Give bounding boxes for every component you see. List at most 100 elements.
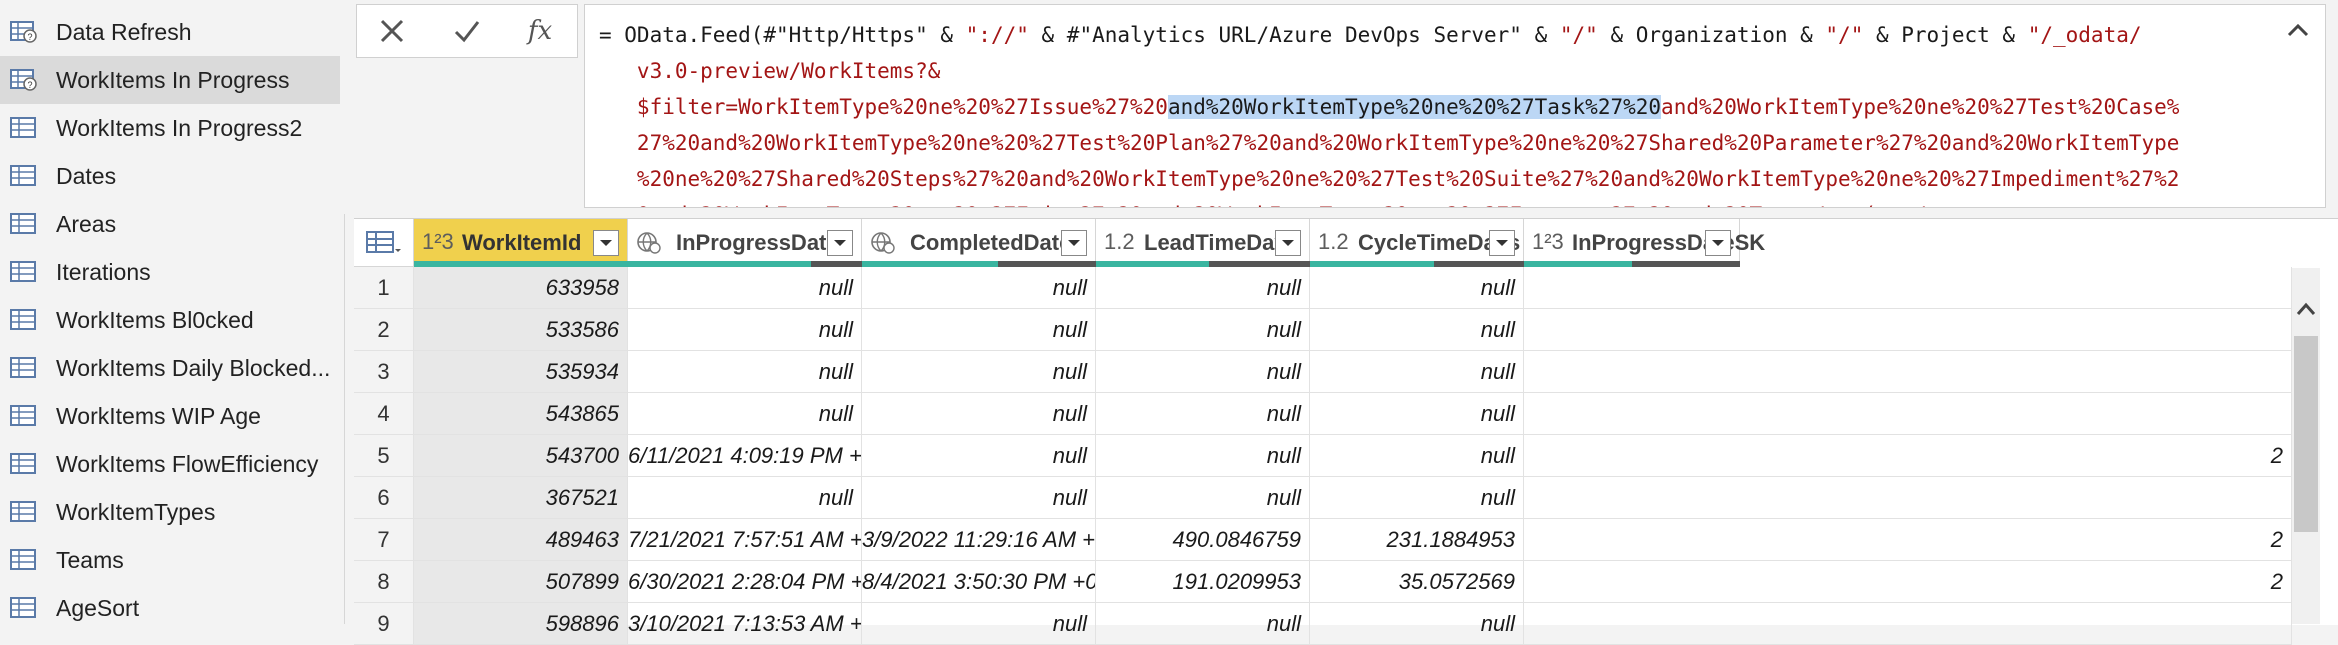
table-cell[interactable]: null [862,603,1096,645]
table-cell[interactable]: 8/4/2021 3:50:30 PM +01:00 [862,561,1096,603]
chevron-up-icon[interactable] [2283,15,2313,45]
table-row[interactable]: 95988963/10/2021 7:13:53 AM +00:00nullnu… [354,603,2338,645]
table-cell[interactable]: 489463 [414,519,628,561]
table-cell[interactable]: null [862,393,1096,435]
chevron-down-icon[interactable] [593,230,619,256]
integer-type-icon[interactable]: 1²3 [422,229,454,255]
column-header[interactable]: CompletedDate [862,219,1096,267]
column-header[interactable]: 1²3 InProgressDateSK [1524,219,1765,267]
table-cell[interactable]: null [862,309,1096,351]
table-cell[interactable]: 6/11/2021 4:09:19 PM +01:00 [628,435,862,477]
table-cell[interactable]: 533586 [414,309,628,351]
row-number[interactable]: 1 [354,267,414,309]
table-cell[interactable]: null [1310,603,1524,645]
table-cell[interactable] [1524,351,2292,393]
table-cell[interactable]: null [1310,393,1524,435]
table-cell[interactable] [1524,393,2292,435]
decimal-type-icon[interactable]: 1.2 [1104,229,1135,255]
sidebar-item[interactable]: Teams [0,536,340,584]
chevron-down-icon[interactable] [1489,230,1515,256]
table-cell[interactable]: null [1096,393,1310,435]
table-cell[interactable]: 3/10/2021 7:13:53 AM +00:00 [628,603,862,645]
datetime-zone-type-icon[interactable] [870,231,896,255]
table-cell[interactable] [1524,267,2292,309]
table-cell[interactable]: null [862,435,1096,477]
table-cell[interactable]: 6/30/2021 2:28:04 PM +01:00 [628,561,862,603]
row-number[interactable]: 7 [354,519,414,561]
table-cell[interactable]: 2 [1524,561,2292,603]
table-row[interactable]: 55437006/11/2021 4:09:19 PM +01:00nullnu… [354,435,2338,477]
sidebar-item[interactable]: WorkItems Daily Blocked... [0,344,340,392]
row-number[interactable]: 2 [354,309,414,351]
sidebar-item[interactable]: WorkItems In Progress2 [0,104,340,152]
checkmark-icon[interactable] [432,5,502,57]
table-row[interactable]: 74894637/21/2021 7:57:51 AM +01:003/9/20… [354,519,2338,561]
table-cell[interactable]: null [1096,435,1310,477]
decimal-type-icon[interactable]: 1.2 [1318,229,1349,255]
table-row[interactable]: 85078996/30/2021 2:28:04 PM +01:008/4/20… [354,561,2338,603]
sidebar-item[interactable]: Iterations [0,248,340,296]
sidebar-item[interactable]: WorkItemTypes [0,488,340,536]
table-cell[interactable]: null [628,267,862,309]
sidebar-item[interactable]: ? Data Refresh [0,8,340,56]
sidebar-item[interactable]: ? WorkItems In Progress [0,56,340,104]
table-cell[interactable]: null [1310,477,1524,519]
table-row[interactable]: 3 535934 null null null null [354,351,2338,393]
row-number[interactable]: 4 [354,393,414,435]
table-cell[interactable]: null [1096,267,1310,309]
table-cell[interactable]: null [1310,351,1524,393]
table-cell[interactable]: 543865 [414,393,628,435]
table-cell[interactable]: 633958 [414,267,628,309]
table-cell[interactable]: 191.0209953 [1096,561,1310,603]
table-cell[interactable]: null [1096,309,1310,351]
chevron-down-icon[interactable] [1061,230,1087,256]
formula-editor[interactable]: = OData.Feed(#"Http/Https" & "://" & #"A… [584,4,2326,208]
fx-icon[interactable]: fx [505,5,575,57]
table-cell[interactable]: 3/9/2022 11:29:16 AM +00:00 [862,519,1096,561]
table-cell[interactable]: null [1310,267,1524,309]
table-menu-button[interactable] [354,219,414,267]
sidebar-item[interactable]: WorkItems FlowEfficiency [0,440,340,488]
table-row[interactable]: 6 367521 null null null null [354,477,2338,519]
integer-type-icon[interactable]: 1²3 [1532,229,1564,255]
sidebar-item[interactable]: Dates [0,152,340,200]
table-cell[interactable]: 367521 [414,477,628,519]
sidebar-item[interactable]: WorkItems WIP Age [0,392,340,440]
scroll-up-icon[interactable] [2292,294,2320,324]
table-cell[interactable]: 535934 [414,351,628,393]
table-cell[interactable]: null [628,309,862,351]
table-cell[interactable]: 543700 [414,435,628,477]
table-cell[interactable]: 2 [1524,435,2292,477]
table-cell[interactable]: 598896 [414,603,628,645]
table-cell[interactable]: 490.0846759 [1096,519,1310,561]
table-cell[interactable]: 231.1884953 [1310,519,1524,561]
table-cell[interactable]: null [862,267,1096,309]
sidebar-item[interactable]: WorkItems Bl0cked [0,296,340,344]
table-cell[interactable] [1524,603,2292,645]
table-cell[interactable]: null [1310,435,1524,477]
table-row[interactable]: 4 543865 null null null null [354,393,2338,435]
formula-text[interactable]: = OData.Feed(#"Http/Https" & "://" & #"A… [599,17,2299,207]
table-cell[interactable]: null [862,477,1096,519]
table-cell[interactable]: null [1096,603,1310,645]
table-cell[interactable]: null [628,393,862,435]
sidebar-item[interactable]: Areas [0,200,340,248]
row-number[interactable]: 5 [354,435,414,477]
row-number[interactable]: 8 [354,561,414,603]
scrollbar-thumb[interactable] [2294,336,2318,532]
table-cell[interactable]: 35.0572569 [1310,561,1524,603]
datetime-zone-type-icon[interactable] [636,231,662,255]
table-cell[interactable]: null [628,351,862,393]
close-icon[interactable] [357,5,427,57]
table-cell[interactable]: null [628,477,862,519]
table-cell[interactable]: 7/21/2021 7:57:51 AM +01:00 [628,519,862,561]
column-header[interactable]: 1²3 WorkItemId [414,219,628,267]
row-number[interactable]: 6 [354,477,414,519]
column-header[interactable]: InProgressDate [628,219,862,267]
row-number[interactable]: 3 [354,351,414,393]
row-number[interactable]: 9 [354,603,414,645]
table-cell[interactable]: null [1310,309,1524,351]
table-cell[interactable]: null [862,351,1096,393]
table-cell[interactable]: 507899 [414,561,628,603]
chevron-down-icon[interactable] [1275,230,1301,256]
